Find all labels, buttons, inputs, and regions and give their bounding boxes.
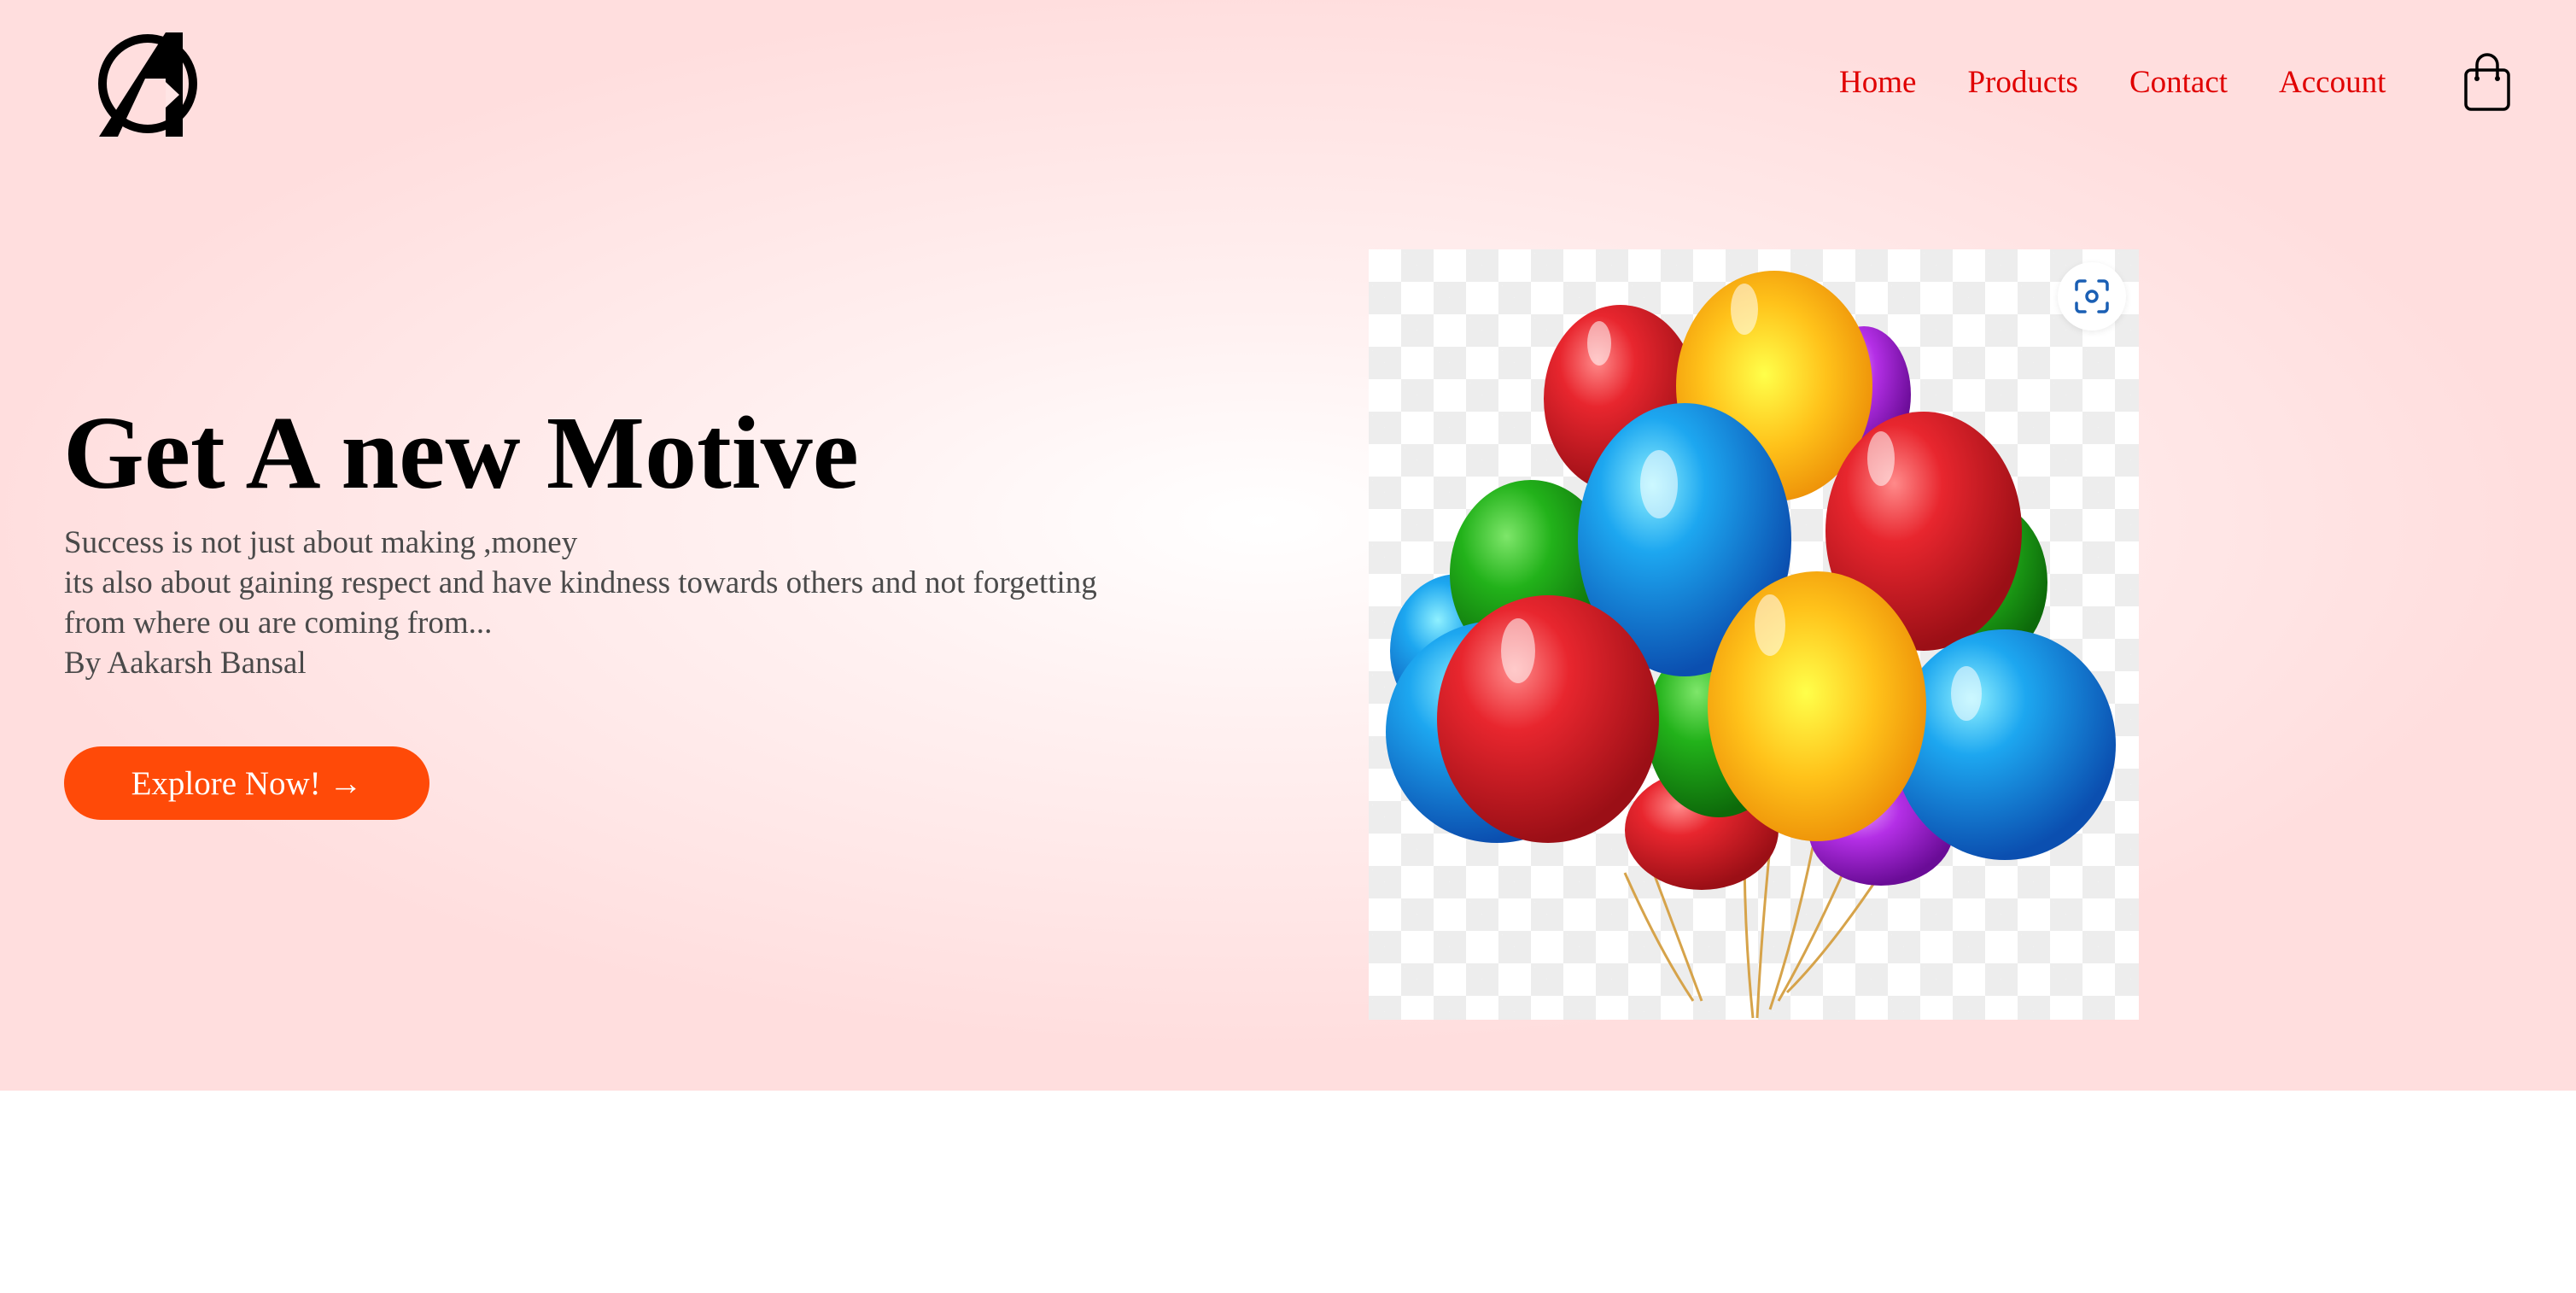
hero-section: Home Products Contact Account Get A new … (0, 0, 2576, 1091)
nav-home[interactable]: Home (1839, 67, 1916, 98)
visual-search-icon[interactable] (2058, 262, 2126, 331)
nav-products[interactable]: Products (1967, 67, 2078, 98)
explore-now-button[interactable]: Explore Now! → (64, 746, 429, 820)
hero-title: Get A new Motive (63, 395, 859, 511)
hero-description: Success is not just about making ,money … (64, 523, 1097, 683)
description-line: its also about gaining respect and have … (64, 565, 1097, 600)
avengers-logo-icon[interactable] (94, 31, 202, 137)
nav-account[interactable]: Account (2279, 67, 2386, 98)
main-nav: Home Products Contact Account (1839, 67, 2437, 98)
balloons-image (1369, 249, 2139, 1020)
shopping-bag-icon[interactable] (2462, 53, 2512, 113)
description-line: from where ou are coming from... (64, 606, 493, 641)
author-line: By Aakarsh Bansal (64, 646, 307, 681)
description-line: Success is not just about making ,money (64, 525, 578, 560)
nav-contact[interactable]: Contact (2129, 67, 2228, 98)
